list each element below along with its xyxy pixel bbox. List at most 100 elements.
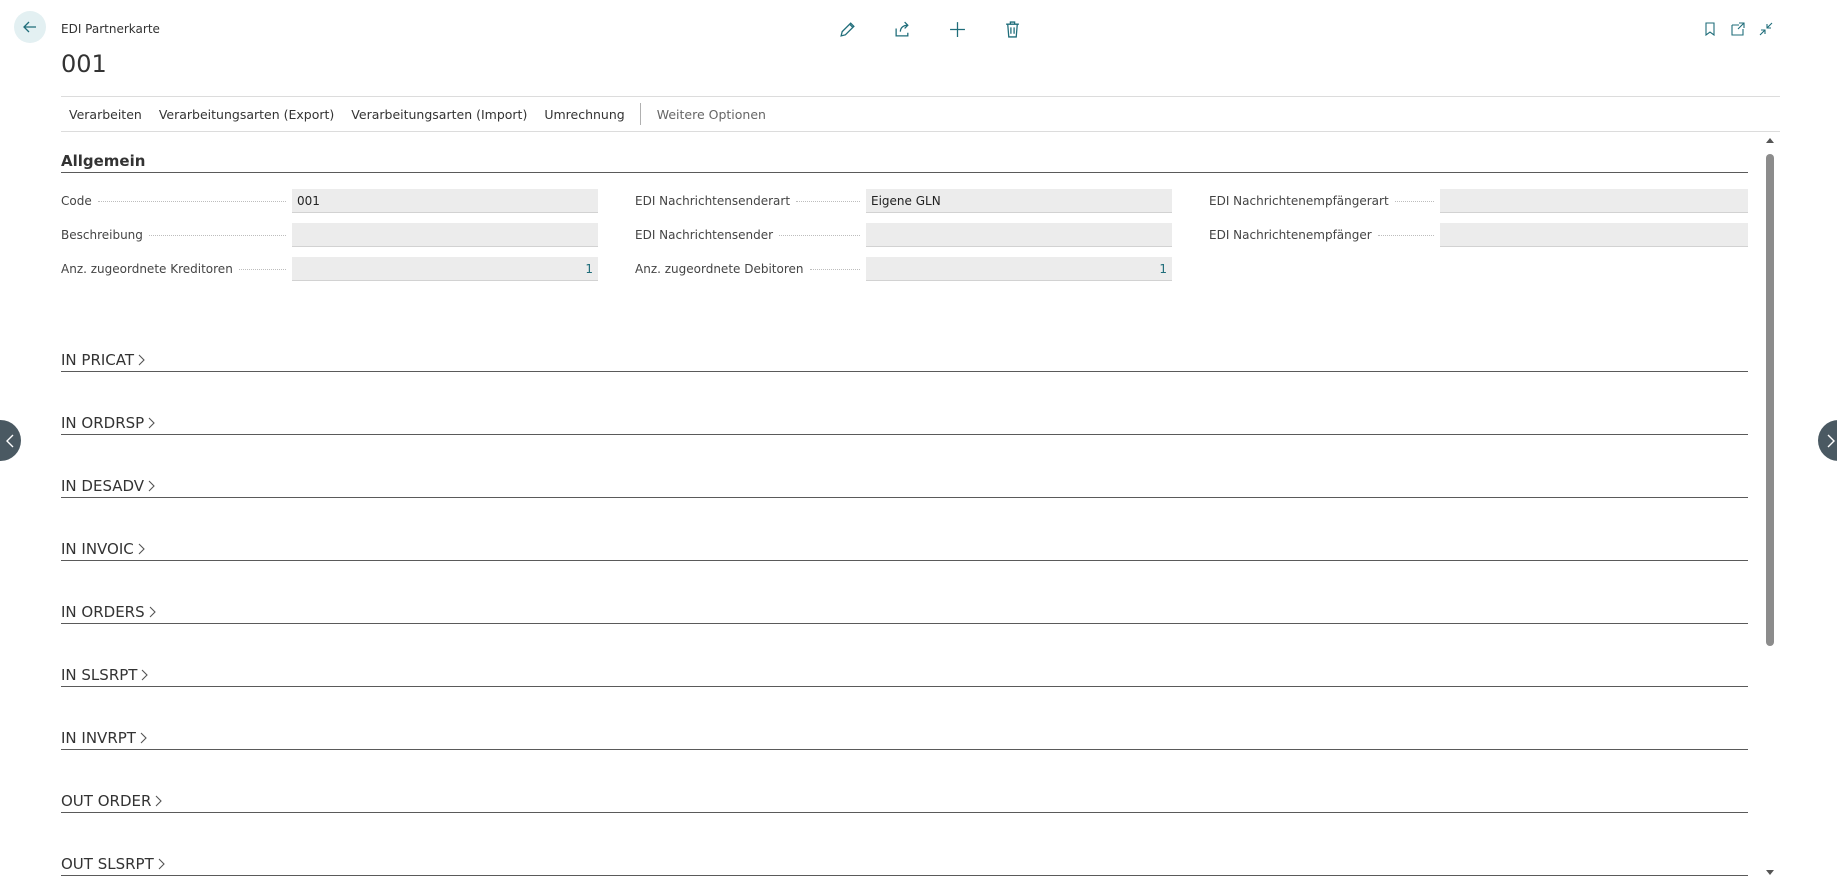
fasttab-header[interactable]: IN INVOIC xyxy=(61,537,1748,561)
action-verarbeiten[interactable]: Verarbeiten xyxy=(69,107,142,122)
action-more-options[interactable]: Weitere Optionen xyxy=(657,107,766,122)
fasttab-header[interactable]: IN INVRPT xyxy=(61,726,1748,750)
fasttab-in-pricat: IN PRICAT xyxy=(61,309,1748,372)
fasttab-out-slsrpt: OUT SLSRPT xyxy=(61,813,1748,876)
field-anz-debitoren: Anz. zugeordnete Debitoren 1 xyxy=(635,257,1172,281)
field-leader xyxy=(1377,234,1434,236)
scroll-up-icon[interactable] xyxy=(1766,136,1774,144)
field-leader xyxy=(779,234,860,236)
edit-button[interactable] xyxy=(820,16,875,42)
open-new-window-icon xyxy=(1731,22,1745,36)
fasttab-header[interactable]: OUT SLSRPT xyxy=(61,852,1748,876)
fasttab-header[interactable]: IN ORDERS xyxy=(61,600,1748,624)
page-caption: EDI Partnerkarte xyxy=(61,22,160,36)
top-actions xyxy=(820,16,1040,42)
field-nachrichtenempfaenger-label: EDI Nachrichtenempfänger xyxy=(1209,228,1372,242)
fasttab-title: OUT ORDER xyxy=(61,791,152,810)
page-scrollbar[interactable] xyxy=(1764,136,1776,877)
field-nachrichtensender-label: EDI Nachrichtensender xyxy=(635,228,774,242)
field-leader xyxy=(97,200,286,202)
field-nachrichtensenderart: EDI Nachrichtensenderart Eigene GLN xyxy=(635,189,1172,213)
chevron-right-icon xyxy=(148,606,157,618)
fasttab-title: IN INVRPT xyxy=(61,728,136,747)
fasttab-general-title: Allgemein xyxy=(61,151,146,170)
action-verarbeitungsarten-import[interactable]: Verarbeitungsarten (Import) xyxy=(351,107,527,122)
window-actions xyxy=(1696,18,1780,40)
field-code-label: Code xyxy=(61,194,92,208)
fasttab-title: OUT SLSRPT xyxy=(61,854,154,873)
field-nachrichtenempfaengerart-value[interactable] xyxy=(1440,189,1748,213)
field-code-value[interactable]: 001 xyxy=(292,189,598,213)
chevron-right-icon xyxy=(147,480,156,492)
chevron-right-icon xyxy=(137,354,146,366)
field-leader xyxy=(1394,200,1434,202)
chevron-right-icon xyxy=(139,732,148,744)
fasttab-title: IN DESADV xyxy=(61,476,145,495)
bookmark-button[interactable] xyxy=(1696,18,1724,40)
fasttab-header[interactable]: IN SLSRPT xyxy=(61,663,1748,687)
field-beschreibung-value[interactable] xyxy=(292,223,598,247)
back-button[interactable] xyxy=(14,11,46,43)
chevron-right-icon xyxy=(137,543,146,555)
next-record-button[interactable] xyxy=(1818,420,1837,461)
action-verarbeitungsarten-export[interactable]: Verarbeitungsarten (Export) xyxy=(159,107,334,122)
bookmark-icon xyxy=(1705,22,1715,36)
page-title: 001 xyxy=(61,50,107,78)
field-beschreibung-label: Beschreibung xyxy=(61,228,143,242)
fasttab-title: IN PRICAT xyxy=(61,350,135,369)
chevron-right-icon xyxy=(157,858,166,870)
share-icon xyxy=(895,21,909,37)
page-content: Allgemein Code 001 Beschreibung Anz. zug… xyxy=(61,132,1748,881)
fasttab-title: IN ORDERS xyxy=(61,602,145,621)
field-nachrichtensenderart-label: EDI Nachrichtensenderart xyxy=(635,194,791,208)
fasttab-in-orders: IN ORDERS xyxy=(61,561,1748,624)
field-nachrichtensender-value[interactable] xyxy=(866,223,1172,247)
chevron-right-icon xyxy=(154,795,163,807)
delete-icon xyxy=(1006,20,1019,38)
chevron-right-icon xyxy=(140,669,149,681)
scroll-thumb[interactable] xyxy=(1766,154,1774,646)
field-anz-debitoren-label: Anz. zugeordnete Debitoren xyxy=(635,262,804,276)
field-leader xyxy=(796,200,860,202)
field-anz-kreditoren-label: Anz. zugeordnete Kreditoren xyxy=(61,262,233,276)
share-button[interactable] xyxy=(875,16,930,42)
field-code: Code 001 xyxy=(61,189,598,213)
fasttab-header[interactable]: OUT ORDER xyxy=(61,789,1748,813)
fasttab-in-slsrpt: IN SLSRPT xyxy=(61,624,1748,687)
fasttab-header[interactable]: IN ORDRSP xyxy=(61,411,1748,435)
field-leader xyxy=(148,234,286,236)
chevron-right-icon xyxy=(147,417,156,429)
fasttab-header[interactable]: IN PRICAT xyxy=(61,348,1748,372)
new-button[interactable] xyxy=(930,16,985,42)
field-nachrichtenempfaenger-value[interactable] xyxy=(1440,223,1748,247)
collapse-icon xyxy=(1759,22,1773,36)
new-icon xyxy=(950,21,965,37)
previous-record-button[interactable] xyxy=(0,420,21,461)
action-bar: Verarbeiten Verarbeitungsarten (Export) … xyxy=(61,96,1780,132)
field-beschreibung: Beschreibung xyxy=(61,223,598,247)
fasttab-header[interactable]: IN DESADV xyxy=(61,474,1748,498)
general-fields: Code 001 Beschreibung Anz. zugeordnete K… xyxy=(61,189,1748,309)
field-nachrichtenempfaengerart-label: EDI Nachrichtenempfängerart xyxy=(1209,194,1389,208)
scroll-down-icon[interactable] xyxy=(1766,869,1774,877)
fasttab-in-ordrsp: IN ORDRSP xyxy=(61,372,1748,435)
field-anz-debitoren-value[interactable]: 1 xyxy=(866,257,1172,281)
delete-button[interactable] xyxy=(985,16,1040,42)
open-new-window-button[interactable] xyxy=(1724,18,1752,40)
fasttab-in-desadv: IN DESADV xyxy=(61,435,1748,498)
action-umrechnung[interactable]: Umrechnung xyxy=(544,107,624,122)
field-anz-kreditoren-value[interactable]: 1 xyxy=(292,257,598,281)
edit-icon xyxy=(840,21,855,37)
fasttab-title: IN ORDRSP xyxy=(61,413,145,432)
action-separator xyxy=(639,103,641,125)
field-leader xyxy=(809,268,860,270)
fasttab-list: IN PRICAT IN ORDRSP IN DESADV IN INVOIC IN O… xyxy=(61,309,1748,876)
field-leader xyxy=(238,268,286,270)
fasttab-general-header[interactable]: Allgemein xyxy=(61,149,1748,173)
field-nachrichtensenderart-value[interactable]: Eigene GLN xyxy=(866,189,1172,213)
fasttab-title: IN INVOIC xyxy=(61,539,134,558)
fasttab-out-order: OUT ORDER xyxy=(61,750,1748,813)
collapse-button[interactable] xyxy=(1752,18,1780,40)
fasttab-in-invoic: IN INVOIC xyxy=(61,498,1748,561)
field-nachrichtenempfaengerart: EDI Nachrichtenempfängerart xyxy=(1209,189,1748,213)
